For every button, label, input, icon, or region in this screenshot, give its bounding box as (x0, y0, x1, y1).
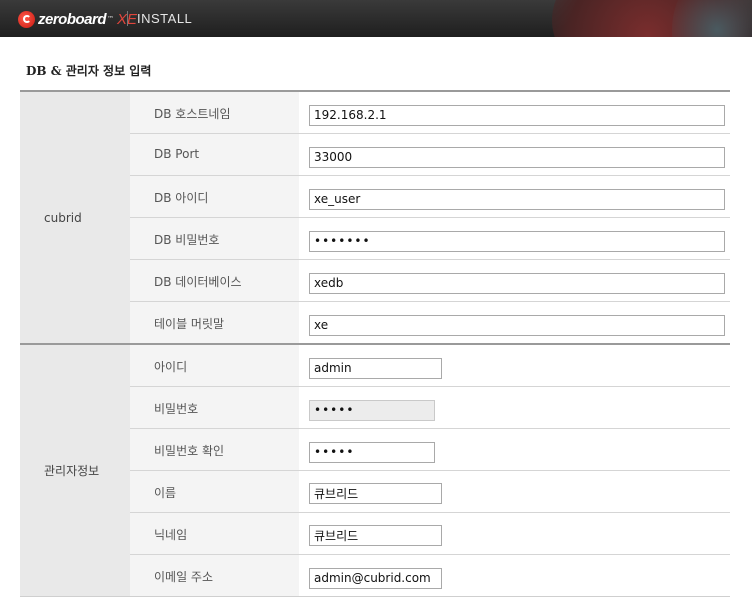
db-port-input[interactable] (309, 146, 725, 168)
db-table-prefix-row: 테이블 머릿말 (130, 302, 730, 343)
install-title: INSTALL (137, 11, 193, 26)
db-table-prefix-input[interactable] (309, 314, 725, 336)
db-password-label: DB 비밀번호 (130, 218, 299, 259)
db-info-group: cubrid DB 호스트네임 DB Port DB 아이디 DB 비밀번호 D… (20, 92, 730, 345)
admin-id-row: 아이디 (130, 345, 730, 387)
db-password-row: DB 비밀번호 (130, 218, 730, 260)
admin-password-row: 비밀번호 (130, 387, 730, 429)
db-user-label: DB 아이디 (130, 176, 299, 217)
header-divider (127, 11, 128, 26)
logo-trademark: ™ (107, 15, 115, 23)
admin-password-confirm-label: 비밀번호 확인 (130, 429, 299, 470)
install-form: cubrid DB 호스트네임 DB Port DB 아이디 DB 비밀번호 D… (20, 90, 730, 597)
admin-nickname-row: 닉네임 (130, 513, 730, 555)
db-database-row: DB 데이터베이스 (130, 260, 730, 302)
db-table-prefix-label: 테이블 머릿말 (130, 302, 299, 343)
db-port-row: DB Port (130, 134, 730, 176)
db-database-label: DB 데이터베이스 (130, 260, 299, 301)
admin-name-input[interactable] (309, 483, 442, 504)
admin-password-confirm-row: 비밀번호 확인 (130, 429, 730, 471)
admin-password-confirm-input[interactable] (309, 441, 435, 463)
admin-name-row: 이름 (130, 471, 730, 513)
admin-info-group: 관리자정보 아이디 비밀번호 비밀번호 확인 이름 닉네임 (20, 345, 730, 597)
admin-email-label: 이메일 주소 (130, 555, 299, 596)
admin-id-label: 아이디 (130, 345, 299, 386)
admin-name-label: 이름 (130, 471, 299, 512)
admin-password-label: 비밀번호 (130, 387, 299, 428)
app-header: zeroboard ™ XE INSTALL (0, 0, 752, 37)
db-hostname-input[interactable] (309, 104, 725, 126)
logo-word: zeroboard (38, 10, 107, 28)
admin-email-input[interactable] (309, 567, 442, 589)
admin-nickname-input[interactable] (309, 525, 442, 546)
db-user-input[interactable] (309, 188, 725, 210)
db-group-label: cubrid (20, 92, 130, 343)
admin-nickname-label: 닉네임 (130, 513, 299, 554)
zeroboard-logo-icon (18, 10, 35, 28)
db-database-input[interactable] (309, 272, 725, 294)
db-hostname-row: DB 호스트네임 (130, 92, 730, 134)
admin-group-label: 관리자정보 (20, 345, 130, 596)
admin-id-input[interactable] (309, 357, 442, 379)
zeroboard-logo: zeroboard ™ XE (18, 9, 137, 29)
db-hostname-label: DB 호스트네임 (130, 92, 299, 133)
db-password-input[interactable] (309, 230, 725, 252)
admin-email-row: 이메일 주소 (130, 555, 730, 596)
db-user-row: DB 아이디 (130, 176, 730, 218)
header-decoration-accent (672, 0, 752, 37)
section-title: DB & 관리자 정보 입력 (26, 64, 152, 78)
admin-password-input[interactable] (309, 399, 435, 421)
db-port-label: DB Port (130, 134, 299, 175)
